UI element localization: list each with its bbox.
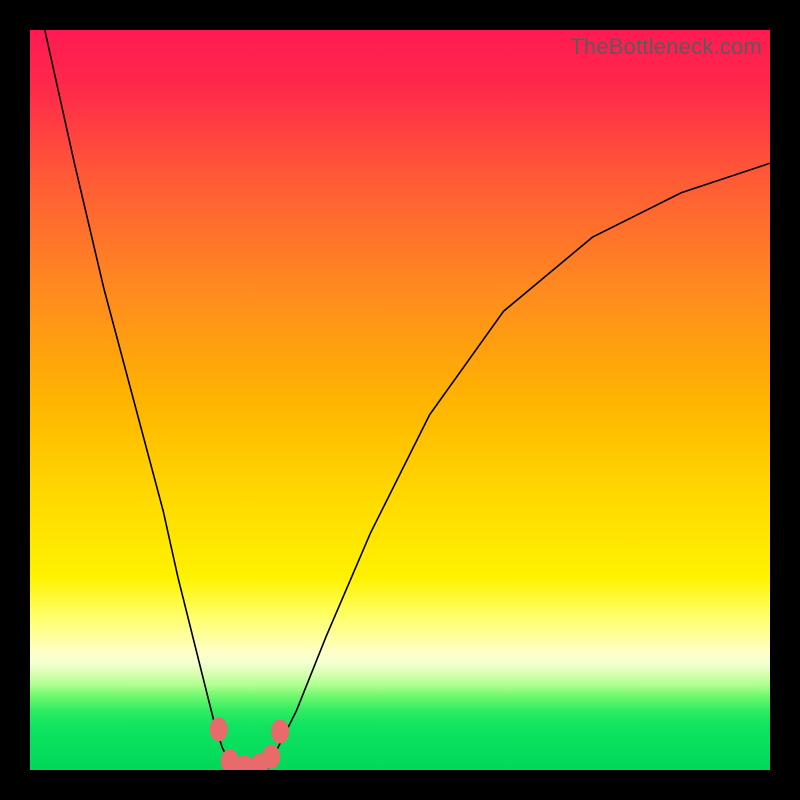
chart-frame: TheBottleneck.com xyxy=(30,30,770,770)
bottleneck-curve xyxy=(45,30,770,770)
curve-group xyxy=(45,30,770,770)
data-marker xyxy=(271,720,289,744)
chart-svg xyxy=(30,30,770,770)
data-marker xyxy=(210,717,228,741)
data-marker xyxy=(262,745,280,769)
watermark-text: TheBottleneck.com xyxy=(570,34,762,60)
